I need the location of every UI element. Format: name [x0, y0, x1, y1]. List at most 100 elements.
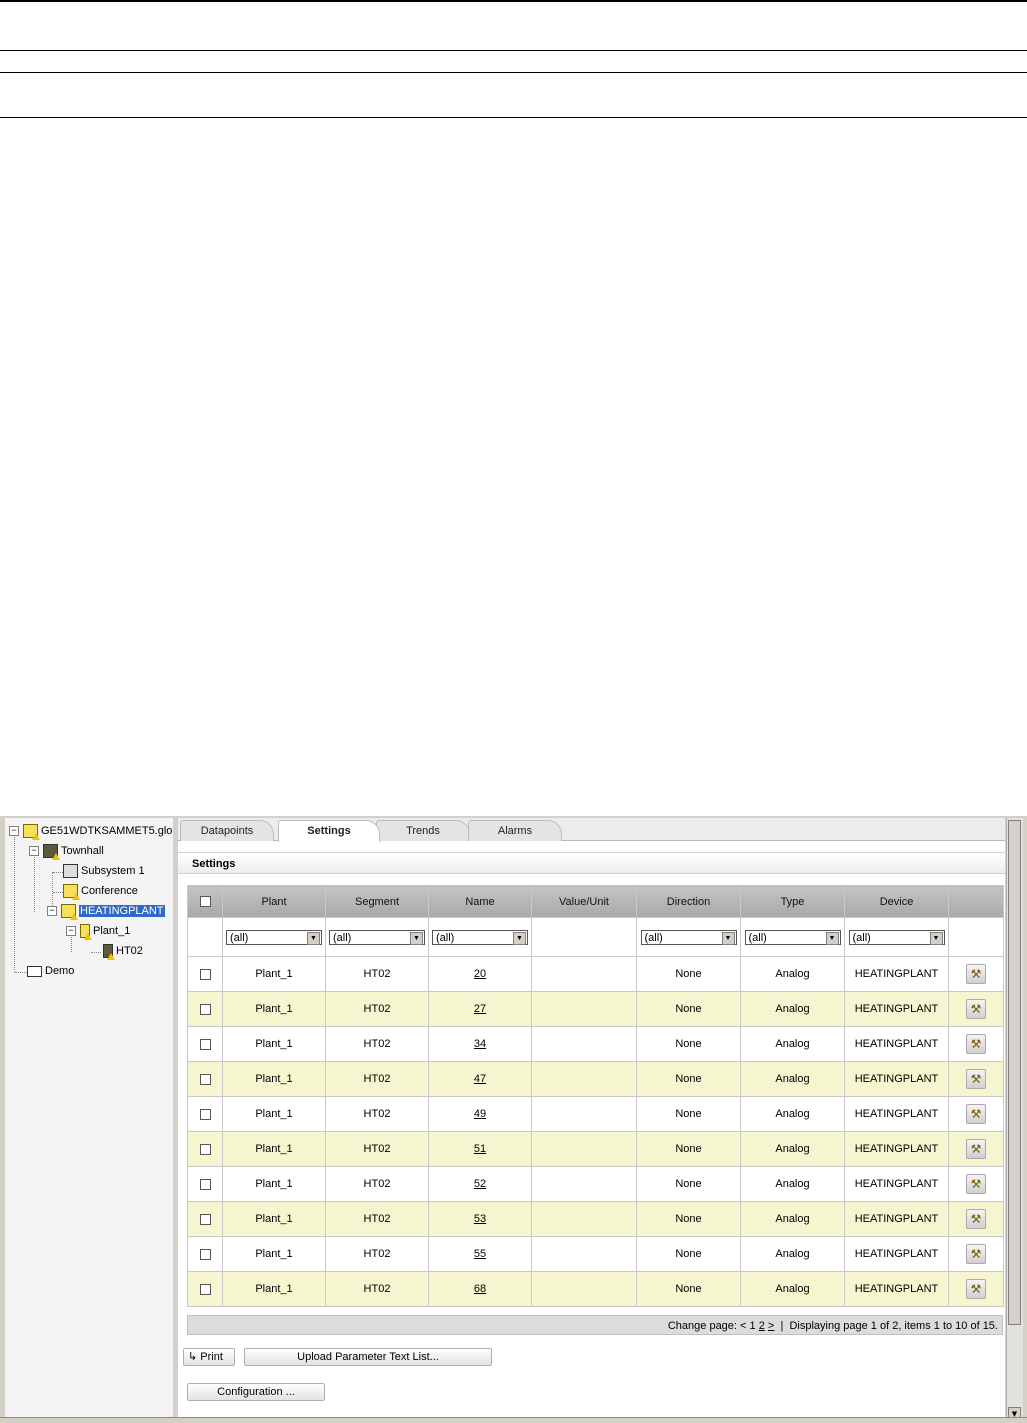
collapse-toggle-icon[interactable]: − — [29, 846, 39, 857]
direction-filter-select[interactable]: (all) ▼ — [640, 929, 737, 945]
row-checkbox[interactable] — [199, 1143, 211, 1155]
collapse-toggle-icon[interactable]: − — [66, 926, 76, 937]
row-checkbox[interactable] — [199, 1248, 211, 1260]
segment-filter-select[interactable]: (all) ▼ — [329, 929, 425, 945]
tab-settings[interactable]: Settings — [278, 820, 380, 842]
datapoint-name-link[interactable]: 27 — [474, 1003, 486, 1015]
collapse-toggle-icon[interactable]: − — [47, 906, 57, 917]
upload-parameter-text-list-button[interactable]: Upload Parameter Text List... — [244, 1348, 492, 1366]
wrench-icon[interactable]: ⚒ — [966, 1244, 986, 1264]
tab-alarms[interactable]: Alarms — [468, 820, 562, 841]
row-checkbox[interactable] — [199, 1178, 211, 1190]
column-header-segment[interactable]: Segment — [325, 885, 429, 918]
wrench-icon[interactable]: ⚒ — [966, 1139, 986, 1159]
tree-line — [53, 892, 63, 893]
tree-node-ht02[interactable]: HT02 — [103, 942, 143, 960]
wrench-icon[interactable]: ⚒ — [966, 1104, 986, 1124]
dropdown-arrow-icon[interactable]: ▼ — [929, 931, 943, 945]
plant-warning-icon — [80, 924, 92, 940]
tree-node-plant-1[interactable]: − Plant_1 — [66, 922, 130, 940]
column-header-device[interactable]: Device — [844, 885, 949, 918]
name-filter-select[interactable]: (all) ▼ — [432, 929, 528, 945]
row-checkbox[interactable] — [199, 1073, 211, 1085]
wrench-icon[interactable]: ⚒ — [966, 1069, 986, 1089]
name-cell: 34 — [428, 1026, 532, 1062]
table-row[interactable]: Plant_1 HT02 68 None Analog HEATINGPLANT ⚒ — [187, 1271, 1004, 1307]
dropdown-arrow-icon[interactable]: ▼ — [513, 931, 526, 945]
select-all-checkbox[interactable] — [199, 896, 211, 908]
tree-node-subsystem-1[interactable]: Subsystem 1 — [63, 862, 145, 880]
dropdown-arrow-icon[interactable]: ▼ — [307, 931, 320, 945]
row-checkbox[interactable] — [199, 968, 211, 980]
device-filter-select[interactable]: (all) ▼ — [848, 929, 945, 945]
print-button-label: Print — [200, 1351, 223, 1363]
filter-value: (all) — [852, 931, 871, 944]
type-filter-select[interactable]: (all) ▼ — [744, 929, 841, 945]
wrench-icon[interactable]: ⚒ — [966, 1034, 986, 1054]
column-header-name[interactable]: Name — [428, 885, 532, 918]
scrollbar-thumb[interactable] — [1008, 820, 1021, 1325]
tree-node-label: HT02 — [116, 945, 143, 957]
row-checkbox[interactable] — [199, 1003, 211, 1015]
tab-trends[interactable]: Trends — [376, 820, 470, 841]
tree-node-conference[interactable]: Conference — [63, 882, 138, 900]
datapoint-name-link[interactable]: 53 — [474, 1213, 486, 1225]
table-row[interactable]: Plant_1 HT02 51 None Analog HEATINGPLANT ⚒ — [187, 1131, 1004, 1167]
datapoint-name-link[interactable]: 52 — [474, 1178, 486, 1190]
datapoint-name-link[interactable]: 55 — [474, 1248, 486, 1260]
vertical-scrollbar[interactable]: ▼ — [1006, 818, 1023, 1422]
name-cell: 27 — [428, 991, 532, 1027]
tree-node-townhall[interactable]: − Townhall — [29, 842, 104, 860]
row-select-cell — [187, 1131, 223, 1167]
wrench-icon[interactable]: ⚒ — [966, 1174, 986, 1194]
wrench-icon[interactable]: ⚒ — [966, 964, 986, 984]
tree-node-demo[interactable]: Demo — [27, 962, 74, 980]
table-row[interactable]: Plant_1 HT02 53 None Analog HEATINGPLANT ⚒ — [187, 1201, 1004, 1237]
row-checkbox[interactable] — [199, 1108, 211, 1120]
tree-node-root[interactable]: − GE51WDTKSAMMET5.global — [9, 822, 173, 840]
plant-filter-select[interactable]: (all) ▼ — [226, 929, 322, 945]
pager-next-link[interactable]: > — [768, 1320, 774, 1332]
row-checkbox[interactable] — [199, 1283, 211, 1295]
dropdown-arrow-icon[interactable]: ▼ — [410, 931, 423, 945]
column-header-direction[interactable]: Direction — [636, 885, 741, 918]
tab-datapoints[interactable]: Datapoints — [180, 820, 274, 841]
tree-node-heatingplant[interactable]: − HEATINGPLANT — [47, 902, 165, 920]
datapoint-name-link[interactable]: 49 — [474, 1108, 486, 1120]
pager-page-2-link[interactable]: 2 — [759, 1320, 765, 1332]
table-row[interactable]: Plant_1 HT02 49 None Analog HEATINGPLANT ⚒ — [187, 1096, 1004, 1132]
table-row[interactable]: Plant_1 HT02 55 None Analog HEATINGPLANT ⚒ — [187, 1236, 1004, 1272]
row-checkbox[interactable] — [199, 1213, 211, 1225]
row-checkbox[interactable] — [199, 1038, 211, 1050]
datapoint-name-link[interactable]: 68 — [474, 1283, 486, 1295]
configuration-button[interactable]: Configuration ... — [187, 1383, 325, 1401]
table-row[interactable]: Plant_1 HT02 47 None Analog HEATINGPLANT ⚒ — [187, 1061, 1004, 1097]
datapoint-name-link[interactable]: 51 — [474, 1143, 486, 1155]
column-header-plant[interactable]: Plant — [222, 885, 326, 918]
direction-cell: None — [636, 1166, 741, 1202]
pager-prev-link[interactable]: < — [740, 1320, 746, 1332]
datapoint-name-link[interactable]: 34 — [474, 1038, 486, 1050]
dropdown-arrow-icon[interactable]: ▼ — [825, 931, 839, 945]
column-header-value-unit[interactable]: Value/Unit — [531, 885, 637, 918]
column-header-type[interactable]: Type — [740, 885, 845, 918]
building-warning-icon — [43, 844, 60, 860]
filter-cell-value-unit — [531, 917, 637, 957]
navigation-tree: − GE51WDTKSAMMET5.global − Townhall Subsys… — [5, 818, 174, 1422]
table-row[interactable]: Plant_1 HT02 34 None Analog HEATINGPLANT ⚒ — [187, 1026, 1004, 1062]
direction-cell: None — [636, 1131, 741, 1167]
value-unit-cell — [531, 956, 637, 992]
table-row[interactable]: Plant_1 HT02 27 None Analog HEATINGPLANT ⚒ — [187, 991, 1004, 1027]
wrench-icon[interactable]: ⚒ — [966, 999, 986, 1019]
plant-cell: Plant_1 — [222, 1061, 326, 1097]
name-cell: 55 — [428, 1236, 532, 1272]
datapoint-name-link[interactable]: 20 — [474, 968, 486, 980]
table-row[interactable]: Plant_1 HT02 20 None Analog HEATINGPLANT ⚒ — [187, 956, 1004, 992]
wrench-icon[interactable]: ⚒ — [966, 1279, 986, 1299]
datapoint-name-link[interactable]: 47 — [474, 1073, 486, 1085]
print-button[interactable]: ↳ Print — [183, 1348, 235, 1366]
dropdown-arrow-icon[interactable]: ▼ — [721, 931, 735, 945]
table-row[interactable]: Plant_1 HT02 52 None Analog HEATINGPLANT ⚒ — [187, 1166, 1004, 1202]
collapse-toggle-icon[interactable]: − — [9, 826, 19, 837]
wrench-icon[interactable]: ⚒ — [966, 1209, 986, 1229]
